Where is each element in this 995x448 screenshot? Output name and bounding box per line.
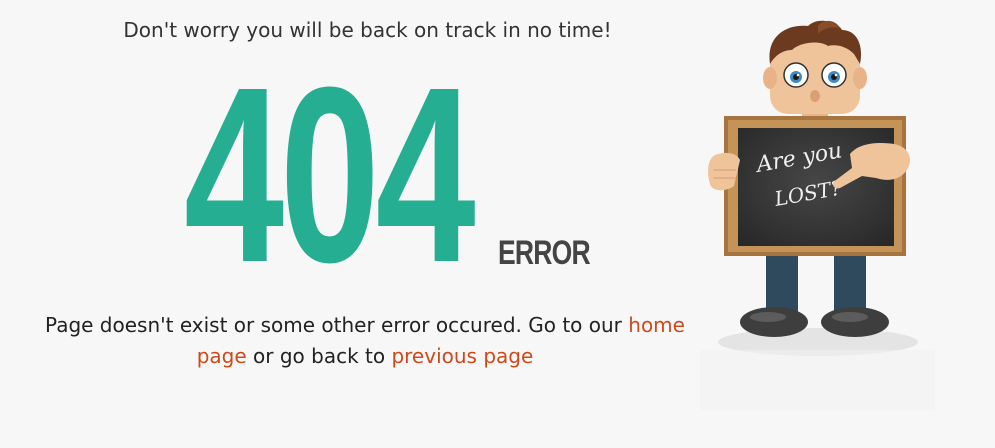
lost-character-illustration: Are you LOST? <box>700 20 935 410</box>
error-message: Page doesn't exist or some other error o… <box>30 310 700 372</box>
left-ear <box>763 67 777 89</box>
nose <box>810 90 820 102</box>
right-ear <box>853 67 867 89</box>
message-text-start: Page doesn't exist or some other error o… <box>45 313 629 337</box>
error-page: Don't worry you will be back on track in… <box>0 0 995 448</box>
left-shoe <box>740 307 808 337</box>
message-text-middle: or go back to <box>246 344 392 368</box>
error-code: 404 <box>184 35 476 314</box>
error-label: ERROR <box>498 234 591 272</box>
previous-page-link[interactable]: previous page <box>391 344 533 368</box>
right-shoe <box>821 307 889 337</box>
floor-reflection <box>700 350 935 410</box>
